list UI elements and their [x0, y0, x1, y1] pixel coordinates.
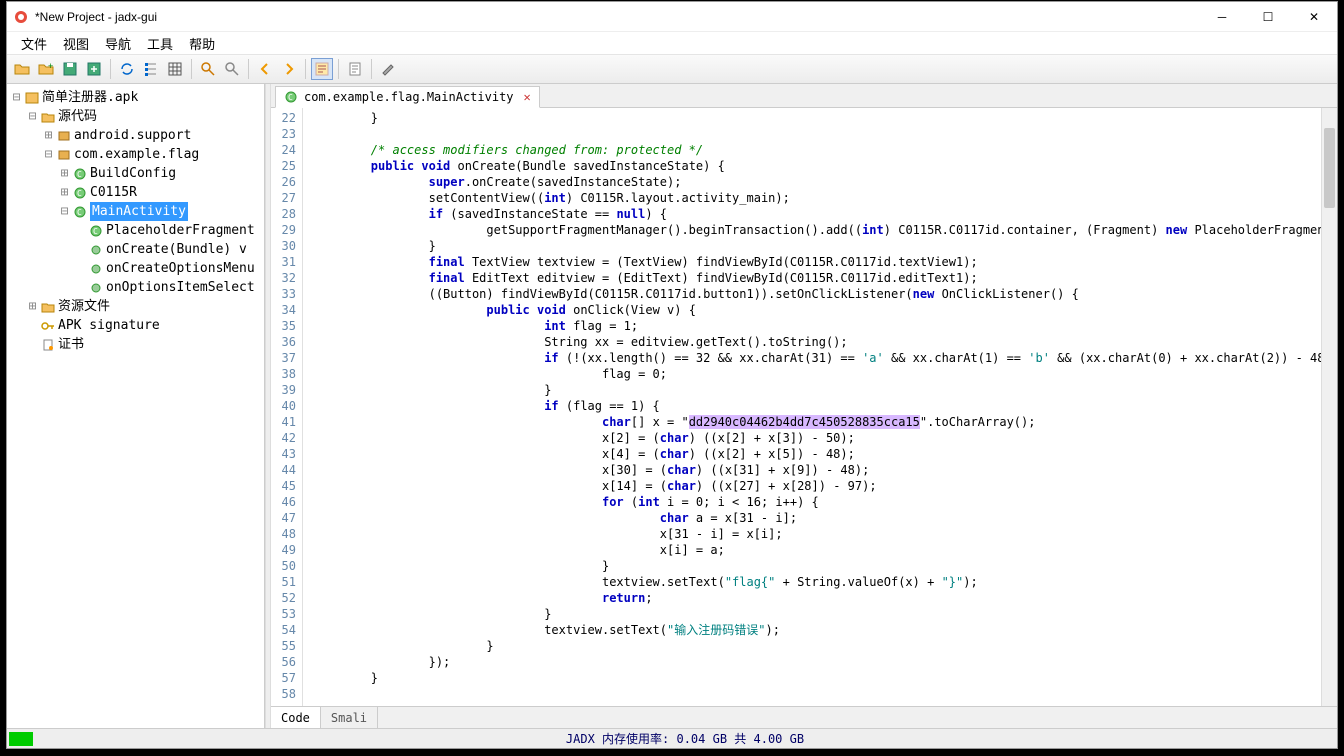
- apk-icon: [25, 91, 39, 105]
- tab-smali[interactable]: Smali: [321, 707, 378, 728]
- vertical-scrollbar[interactable]: [1321, 108, 1337, 706]
- line-gutter: 22 23 24 25 26 27 28 29 30 31 32 33 34 3…: [271, 108, 303, 706]
- project-tree[interactable]: ⊟简单注册器.apk ⊟源代码 ⊞android.support ⊟com.ex…: [11, 88, 264, 354]
- menu-nav[interactable]: 导航: [99, 32, 137, 55]
- code-editor[interactable]: 22 23 24 25 26 27 28 29 30 31 32 33 34 3…: [271, 108, 1337, 706]
- tree-apk-sig[interactable]: APK signature: [58, 316, 160, 335]
- settings-icon[interactable]: [377, 58, 399, 80]
- menu-help[interactable]: 帮助: [183, 32, 221, 55]
- svg-text:C: C: [93, 227, 98, 236]
- method-icon: [89, 243, 103, 257]
- method-icon: [89, 262, 103, 276]
- save-icon[interactable]: [59, 58, 81, 80]
- window-title: *New Project - jadx-gui: [35, 10, 1199, 24]
- tab-code[interactable]: Code: [271, 707, 321, 728]
- tree-pkg-flag[interactable]: com.example.flag: [74, 145, 199, 164]
- tree-onoptionsitem[interactable]: onOptionsItemSelect: [106, 278, 255, 297]
- tree-c0115r[interactable]: C0115R: [90, 183, 137, 202]
- tree-buildconfig[interactable]: BuildConfig: [90, 164, 176, 183]
- tabbar: C com.example.flag.MainActivity ✕: [271, 84, 1337, 108]
- class-icon: C: [284, 90, 298, 104]
- toolbar: +: [7, 54, 1337, 84]
- sync-icon[interactable]: [116, 58, 138, 80]
- method-icon: [89, 281, 103, 295]
- menu-view[interactable]: 视图: [57, 32, 95, 55]
- code-content[interactable]: } /* access modifiers changed from: prot…: [303, 108, 1337, 702]
- svg-text:C: C: [77, 170, 82, 179]
- tab-mainactivity[interactable]: C com.example.flag.MainActivity ✕: [275, 86, 540, 108]
- tree-cert[interactable]: 证书: [58, 335, 84, 354]
- svg-text:C: C: [288, 93, 293, 102]
- tree-mainactivity[interactable]: MainActivity: [90, 202, 188, 221]
- grid-icon[interactable]: [164, 58, 186, 80]
- tree-oncreateoptions[interactable]: onCreateOptionsMenu: [106, 259, 255, 278]
- class-icon: C: [73, 205, 87, 219]
- close-button[interactable]: ✕: [1291, 2, 1337, 32]
- tab-close-icon[interactable]: ✕: [524, 90, 531, 104]
- maximize-button[interactable]: ☐: [1245, 2, 1291, 32]
- package-icon: [57, 129, 71, 143]
- sidebar: ⊟简单注册器.apk ⊟源代码 ⊞android.support ⊟com.ex…: [7, 84, 265, 728]
- key-icon: [41, 319, 55, 333]
- titlebar: *New Project - jadx-gui ─ ☐ ✕: [7, 2, 1337, 32]
- app-icon: [13, 9, 29, 25]
- body: ⊟简单注册器.apk ⊟源代码 ⊞android.support ⊟com.ex…: [7, 84, 1337, 728]
- menu-tools[interactable]: 工具: [141, 32, 179, 55]
- tree-icon[interactable]: [140, 58, 162, 80]
- tree-oncreate[interactable]: onCreate(Bundle) v: [106, 240, 247, 259]
- tree-root[interactable]: 简单注册器.apk: [42, 88, 138, 107]
- class-icon: C: [73, 167, 87, 181]
- cert-icon: [41, 338, 55, 352]
- memory-bar: [9, 732, 33, 746]
- tree-placeholder[interactable]: PlaceholderFragment: [106, 221, 255, 240]
- tab-label: com.example.flag.MainActivity: [304, 90, 514, 104]
- svg-text:+: +: [48, 61, 53, 71]
- back-icon[interactable]: [254, 58, 276, 80]
- tree-resources[interactable]: 资源文件: [58, 297, 110, 316]
- statusbar: JADX 内存使用率: 0.04 GB 共 4.00 GB: [7, 728, 1337, 748]
- open-file-icon[interactable]: [11, 58, 33, 80]
- tree-src[interactable]: 源代码: [58, 107, 97, 126]
- tree-pkg-android[interactable]: android.support: [74, 126, 191, 145]
- svg-text:C: C: [77, 208, 82, 217]
- bottom-tabs: Code Smali: [271, 706, 1337, 728]
- menu-file[interactable]: 文件: [15, 32, 53, 55]
- deobf-icon[interactable]: [311, 58, 333, 80]
- folder-icon: [41, 110, 55, 124]
- class-icon: C: [89, 224, 103, 238]
- class-icon: C: [73, 186, 87, 200]
- find-icon[interactable]: [221, 58, 243, 80]
- package-icon: [57, 148, 71, 162]
- svg-text:C: C: [77, 189, 82, 198]
- search-icon[interactable]: [197, 58, 219, 80]
- window-controls: ─ ☐ ✕: [1199, 2, 1337, 32]
- memory-text: JADX 内存使用率: 0.04 GB 共 4.00 GB: [33, 730, 1337, 747]
- app-window: *New Project - jadx-gui ─ ☐ ✕ 文件 视图 导航 工…: [6, 1, 1338, 749]
- add-file-icon[interactable]: +: [35, 58, 57, 80]
- main-panel: C com.example.flag.MainActivity ✕ 22 23 …: [271, 84, 1337, 728]
- forward-icon[interactable]: [278, 58, 300, 80]
- menubar: 文件 视图 导航 工具 帮助: [7, 32, 1337, 54]
- minimize-button[interactable]: ─: [1199, 2, 1245, 32]
- export-icon[interactable]: [83, 58, 105, 80]
- log-icon[interactable]: [344, 58, 366, 80]
- folder-icon: [41, 300, 55, 314]
